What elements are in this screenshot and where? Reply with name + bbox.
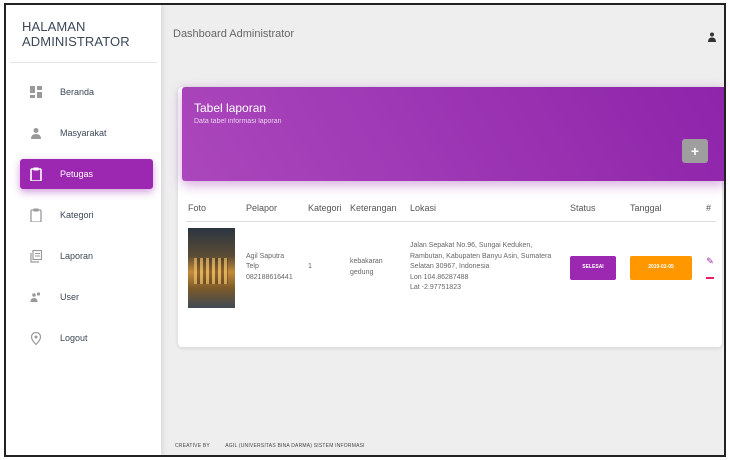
column-header-lokasi: Lokasi (408, 195, 568, 222)
sidebar-brand[interactable]: HALAMAN ADMINISTRATOR (10, 5, 157, 63)
lokasi-longitude: Lon 104.86287488 (410, 273, 469, 281)
sidebar-item-label: Beranda (60, 87, 95, 97)
footer-credit: AGIL (UNIVERSITAS BINA DARMA) SISTEM INF… (225, 443, 365, 449)
edit-icon[interactable]: ✎ (706, 256, 714, 267)
keterangan-line: kebakaran (350, 258, 383, 265)
sidebar-item-beranda[interactable]: Beranda (20, 77, 153, 107)
column-header-keterangan: Keterangan (348, 195, 408, 222)
person-icon[interactable] (708, 29, 718, 42)
sidebar-item-label: Kategori (60, 210, 94, 220)
person-icon (28, 125, 44, 141)
sidebar-item-petugas[interactable]: Petugas (20, 159, 153, 189)
pelapor-telp-label: Telp (246, 263, 259, 271)
clipboard-outline-icon (28, 207, 44, 223)
lokasi-latitude: Lat -2.97751823 (410, 284, 461, 292)
sidebar-item-label: Laporan (60, 251, 94, 261)
report-photo[interactable] (188, 227, 235, 308)
column-header-kategori: Kategori (306, 195, 348, 222)
lokasi-line: Jalan Sepakat No.96, Sungai Keduken, (410, 242, 533, 250)
cell-foto (186, 221, 244, 314)
clipboard-icon (28, 166, 44, 182)
sidebar-item-label: Logout (60, 333, 88, 343)
row-actions: ✎ (706, 256, 714, 279)
lokasi-line: Rambutan, Kabupaten Banyu Asin, Sumatera (410, 252, 552, 260)
users-icon (28, 289, 44, 305)
card-subtitle: Data tabel informasi laporan (194, 118, 282, 125)
sidebar-item-label: Petugas (60, 169, 94, 179)
column-header-status: Status (568, 195, 628, 222)
cell-pelapor: Agil Saputra Telp 082188616441 (244, 221, 306, 314)
sidebar: HALAMAN ADMINISTRATOR Beranda Masyarakat… (6, 5, 161, 455)
cell-tanggal: 2019-02-05 (628, 221, 704, 314)
footer: CREATIVE BY AGIL (UNIVERSITAS BINA DARMA… (175, 443, 379, 449)
delete-icon[interactable] (706, 276, 714, 279)
pelapor-phone: 082188616441 (246, 273, 293, 281)
column-header-foto: Foto (186, 195, 244, 222)
app-frame: HALAMAN ADMINISTRATOR Beranda Masyarakat… (4, 3, 726, 457)
sidebar-item-label: User (60, 292, 80, 302)
add-report-button[interactable]: + (682, 139, 708, 163)
sidebar-nav: Beranda Masyarakat Petugas Kategori Lapo… (6, 63, 161, 353)
card-header: Tabel laporan Data tabel informasi lapor… (182, 87, 724, 181)
footer-creative-label: CREATIVE BY (175, 443, 210, 449)
date-badge[interactable]: 2019-02-05 (630, 255, 692, 280)
keterangan-line: gedung (350, 268, 374, 276)
library-books-icon (28, 248, 44, 264)
status-badge[interactable]: SELESAI (570, 255, 616, 280)
location-pin-icon (28, 330, 44, 346)
table-header-row: Foto Pelapor Kategori Keterangan Lokasi … (186, 195, 716, 222)
report-table: Foto Pelapor Kategori Keterangan Lokasi … (186, 195, 716, 314)
sidebar-item-user[interactable]: User (20, 282, 153, 312)
cell-actions: ✎ (704, 221, 716, 314)
pelapor-name: Agil Saputra (246, 252, 285, 260)
card-title: Tabel laporan (194, 101, 267, 115)
sidebar-item-logout[interactable]: Logout (20, 323, 153, 353)
sidebar-item-label: Masyarakat (60, 128, 107, 138)
sidebar-item-laporan[interactable]: Laporan (20, 241, 153, 271)
topbar: Dashboard Administrator (161, 5, 724, 63)
cell-status: SELESAI (568, 221, 628, 314)
report-card: Tabel laporan Data tabel informasi lapor… (178, 87, 724, 347)
lokasi-line: Selatan 30967, Indonesia (410, 263, 490, 271)
table-row: Agil Saputra Telp 082188616441 1 kebakar… (186, 221, 716, 314)
column-header-pelapor: Pelapor (244, 195, 306, 222)
sidebar-item-kategori[interactable]: Kategori (20, 200, 153, 230)
dashboard-icon (28, 84, 44, 100)
cell-lokasi: Jalan Sepakat No.96, Sungai Keduken, Ram… (408, 221, 568, 314)
cell-kategori: 1 (308, 263, 312, 271)
column-header-tanggal: Tanggal (628, 195, 704, 222)
sidebar-item-masyarakat[interactable]: Masyarakat (20, 118, 153, 148)
cell-keterangan: kebakaran gedung (348, 221, 408, 314)
page-title: Dashboard Administrator (173, 28, 295, 40)
column-header-action: # (704, 195, 716, 222)
